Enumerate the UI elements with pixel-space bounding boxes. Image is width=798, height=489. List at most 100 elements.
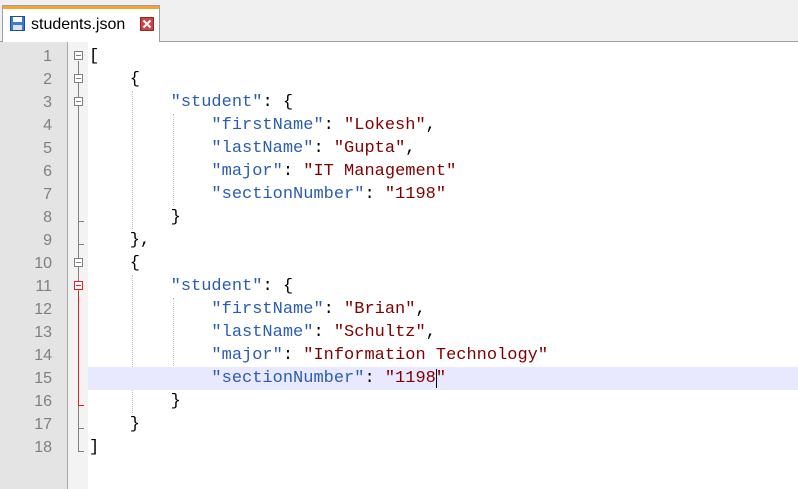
json-punctuation: }, — [89, 231, 151, 250]
json-punctuation — [89, 346, 211, 365]
code-line[interactable]: 3 "student": { — [0, 91, 798, 114]
line-number: 16 — [34, 393, 52, 410]
code-line[interactable]: 2 { — [0, 68, 798, 91]
json-punctuation: , — [415, 300, 426, 319]
code-line[interactable]: 17 } — [0, 413, 798, 436]
json-punctuation — [89, 162, 211, 181]
json-punctuation: : — [313, 323, 334, 342]
tab-students-json[interactable]: students.json — [2, 5, 160, 42]
code-line[interactable]: 1[ — [0, 45, 798, 68]
line-number: 9 — [43, 232, 52, 249]
code-line[interactable]: 5 "lastName": "Gupta", — [0, 137, 798, 160]
json-key: "firstName" — [211, 116, 324, 135]
json-punctuation: { — [89, 254, 141, 273]
json-punctuation: [ — [89, 47, 100, 66]
json-string: "Lokesh" — [344, 116, 426, 135]
tab-filename: students.json — [31, 16, 126, 33]
code-line[interactable]: 11 "student": { — [0, 275, 798, 298]
json-punctuation: : — [364, 185, 385, 204]
code-text: { — [89, 252, 140, 275]
line-number: 5 — [43, 140, 52, 157]
code-text: "major": "Information Technology" — [89, 344, 548, 367]
code-line[interactable]: 16 } — [0, 390, 798, 413]
line-number: 11 — [35, 278, 52, 295]
floppy-disk-icon — [10, 16, 25, 31]
json-string: "1198" — [384, 185, 447, 204]
line-number: 2 — [43, 71, 52, 88]
json-punctuation: : — [323, 116, 345, 135]
code-text: "major": "IT Management" — [89, 160, 456, 183]
code-text: "firstName": "Lokesh", — [89, 114, 436, 137]
code-text: "firstName": "Brian", — [89, 298, 426, 321]
json-string: "IT Management" — [303, 162, 457, 181]
line-number: 13 — [34, 324, 52, 341]
json-punctuation: , — [425, 116, 436, 135]
json-string: "Schultz" — [333, 323, 426, 342]
json-key: "firstName" — [211, 300, 324, 319]
code-line[interactable]: 14 "major": "Information Technology" — [0, 344, 798, 367]
line-number: 6 — [43, 163, 52, 180]
line-number: 7 — [43, 186, 52, 203]
code-editor[interactable]: 1[2 {3 "student": {4 "firstName": "Lokes… — [0, 42, 798, 489]
json-punctuation: : { — [262, 277, 294, 296]
json-punctuation — [89, 185, 211, 204]
json-punctuation — [89, 300, 211, 319]
json-punctuation: } — [89, 415, 141, 434]
json-punctuation — [89, 93, 171, 112]
line-number: 14 — [34, 347, 52, 364]
json-punctuation: , — [405, 139, 416, 158]
json-punctuation: : — [364, 369, 385, 388]
json-key: "lastName" — [211, 323, 314, 342]
json-punctuation — [89, 116, 211, 135]
json-punctuation: , — [425, 323, 436, 342]
json-punctuation: : — [282, 162, 304, 181]
code-text: }, — [89, 229, 150, 252]
code-text: "lastName": "Gupta", — [89, 137, 415, 160]
line-number: 3 — [43, 94, 52, 111]
code-line[interactable]: 12 "firstName": "Brian", — [0, 298, 798, 321]
json-punctuation: } — [89, 208, 181, 227]
line-number: 4 — [43, 117, 52, 134]
json-key: "sectionNumber" — [211, 185, 365, 204]
code-line[interactable]: 9 }, — [0, 229, 798, 252]
code-text: "sectionNumber": "1198" — [89, 367, 446, 390]
json-string: "1198" — [384, 369, 447, 388]
json-punctuation: { — [89, 70, 141, 89]
tab-active-accent — [3, 6, 159, 9]
code-text: "student": { — [89, 91, 293, 114]
json-key: "student" — [170, 277, 263, 296]
json-key: "student" — [170, 93, 263, 112]
close-icon[interactable] — [140, 17, 154, 31]
json-key: "major" — [211, 346, 283, 365]
code-text: ] — [89, 436, 99, 459]
code-line[interactable]: 4 "firstName": "Lokesh", — [0, 114, 798, 137]
json-string: "Information Technology" — [303, 346, 549, 365]
json-string: "Brian" — [344, 300, 416, 319]
code-line[interactable]: 8 } — [0, 206, 798, 229]
code-line[interactable]: 18] — [0, 436, 798, 459]
code-text: "sectionNumber": "1198" — [89, 183, 446, 206]
line-number: 10 — [34, 255, 52, 272]
code-line[interactable]: 15 "sectionNumber": "1198" — [0, 367, 798, 390]
code-text: { — [89, 68, 140, 91]
line-number: 1 — [43, 48, 52, 65]
json-key: "sectionNumber" — [211, 369, 365, 388]
tab-bar: students.json — [0, 0, 798, 42]
line-number: 12 — [34, 301, 52, 318]
code-line[interactable]: 6 "major": "IT Management" — [0, 160, 798, 183]
json-punctuation: : — [313, 139, 334, 158]
code-text: [ — [89, 45, 99, 68]
code-line[interactable]: 13 "lastName": "Schultz", — [0, 321, 798, 344]
line-number: 15 — [34, 370, 52, 387]
code-text: } — [89, 206, 181, 229]
code-line[interactable]: 7 "sectionNumber": "1198" — [0, 183, 798, 206]
code-line[interactable]: 10 { — [0, 252, 798, 275]
text-caret — [435, 369, 437, 388]
json-string: "Gupta" — [333, 139, 406, 158]
code-text: "lastName": "Schultz", — [89, 321, 436, 344]
json-punctuation: : — [323, 300, 345, 319]
line-number: 17 — [34, 416, 52, 433]
json-key: "lastName" — [211, 139, 314, 158]
json-punctuation — [89, 323, 211, 342]
json-punctuation: : — [282, 346, 304, 365]
